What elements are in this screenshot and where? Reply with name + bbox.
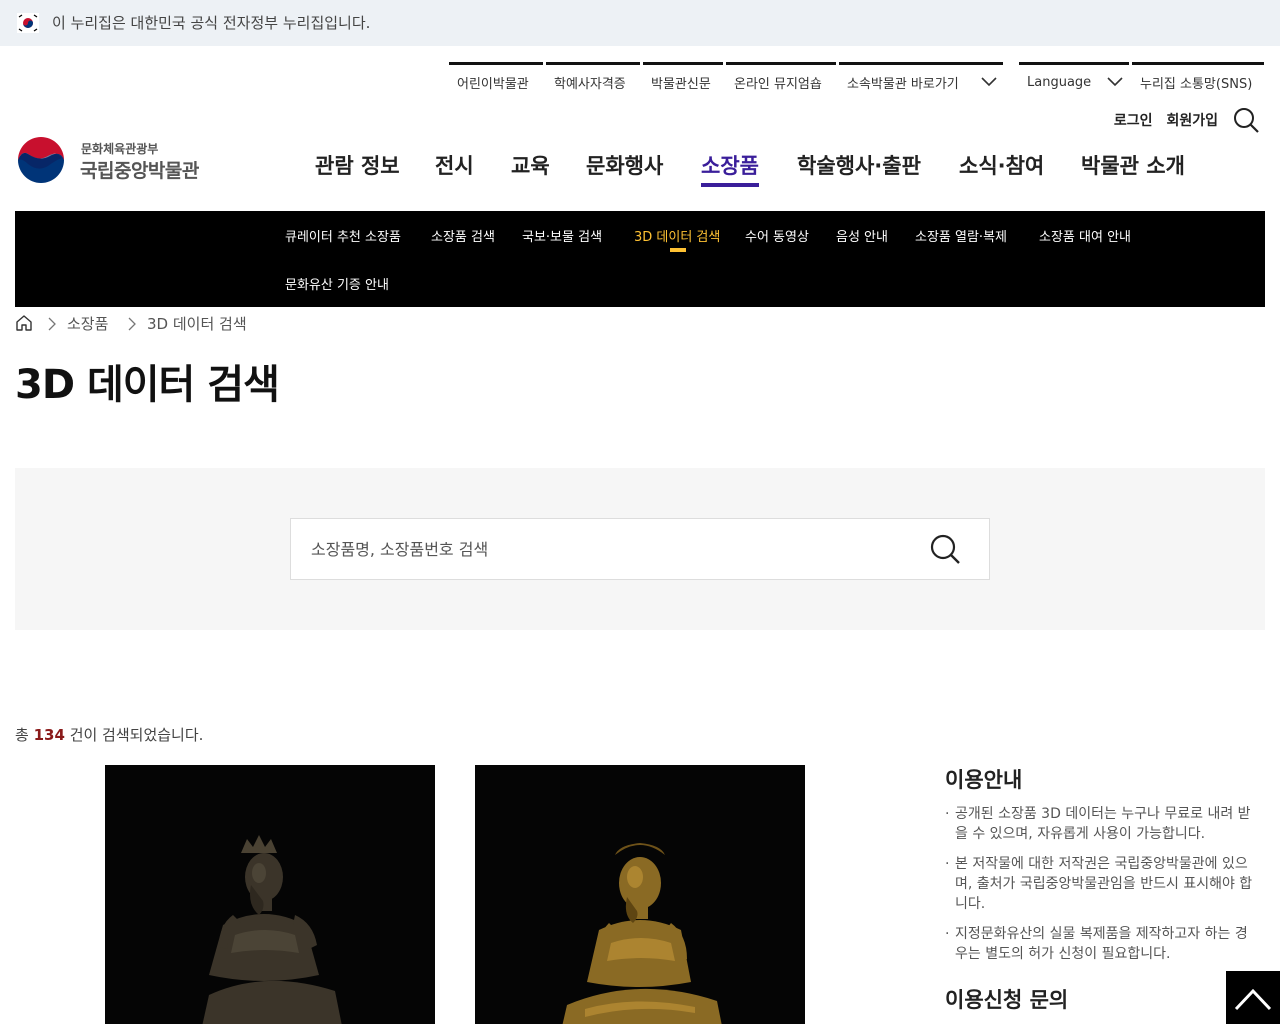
- result-card[interactable]: [475, 765, 805, 1024]
- chevron-down-icon: [981, 77, 997, 87]
- breadcrumb-item[interactable]: 소장품: [67, 313, 108, 334]
- gnb-item-about[interactable]: 박물관 소개: [1081, 150, 1185, 180]
- usage-guide-item: 공개된 소장품 3D 데이터는 누구나 무료로 내려 받을 수 있으며, 자유롭…: [945, 804, 1260, 844]
- gnb-item-events[interactable]: 문화행사: [586, 150, 663, 180]
- search-input[interactable]: [311, 537, 891, 561]
- util-link-museum-shop[interactable]: 온라인 뮤지엄숍: [726, 62, 836, 100]
- search-icon[interactable]: [929, 533, 961, 565]
- usage-guide-title: 이용안내: [945, 768, 1023, 792]
- util-link-language[interactable]: Language: [1019, 62, 1129, 100]
- search-icon[interactable]: [1232, 106, 1260, 134]
- breadcrumb-item[interactable]: 3D 데이터 검색: [147, 313, 247, 334]
- gnb-item-visitor-info[interactable]: 관람 정보: [315, 150, 400, 180]
- subnav-curator-picks[interactable]: 큐레이터 추천 소장품: [285, 226, 401, 245]
- login-link[interactable]: 로그인: [1114, 110, 1153, 130]
- usage-guide-item: 본 저작물에 대한 저작권은 국립중앙박물관에 있으며, 출처가 국립중앙박물관…: [945, 854, 1260, 914]
- user-links: 로그인 회원가입: [1114, 106, 1260, 134]
- chevron-right-icon: [48, 317, 56, 331]
- gov-banner: 이 누리집은 대한민국 공식 전자정부 누리집입니다.: [0, 0, 1280, 46]
- bronze-pensive-bodhisattva-image: [105, 765, 435, 1024]
- usage-guide: 이용안내 공개된 소장품 3D 데이터는 누구나 무료로 내려 받을 수 있으며…: [945, 764, 1260, 1014]
- chevron-right-icon: [128, 317, 136, 331]
- result-card[interactable]: [105, 765, 435, 1024]
- util-link-newsletter[interactable]: 박물관신문: [643, 62, 723, 100]
- gnb-item-news[interactable]: 소식·참여: [959, 150, 1044, 180]
- gnb-item-education[interactable]: 교육: [511, 150, 550, 180]
- chevron-up-icon: [1234, 988, 1272, 1011]
- util-link-label: 박물관신문: [651, 77, 711, 92]
- gilt-bronze-pensive-bodhisattva-image: [475, 765, 805, 1024]
- result-count-suffix: 건이 검색되었습니다.: [69, 726, 204, 744]
- util-link-label: 어린이박물관: [457, 77, 529, 92]
- util-link-children-museum[interactable]: 어린이박물관: [449, 62, 543, 100]
- search-box: [290, 518, 990, 580]
- util-link-label: 학예사자격증: [554, 77, 626, 92]
- chevron-down-icon: [1107, 77, 1123, 87]
- util-link-label: 온라인 뮤지엄숍: [734, 77, 822, 92]
- gnb-item-exhibitions[interactable]: 전시: [435, 150, 474, 180]
- subnav-donation-info[interactable]: 문화유산 기증 안내: [285, 274, 389, 293]
- gnb-item-collections[interactable]: 소장품: [701, 150, 759, 187]
- subnav-national-treasure-search[interactable]: 국보·보물 검색: [522, 226, 602, 245]
- gnb-item-academic[interactable]: 학술행사·출판: [797, 150, 921, 180]
- subnav-collection-search[interactable]: 소장품 검색: [431, 226, 495, 245]
- result-count: 총 134 건이 검색되었습니다.: [15, 724, 203, 745]
- subnav-sign-language-video[interactable]: 수어 동영상: [745, 226, 809, 245]
- subnav-loan-info[interactable]: 소장품 대여 안내: [1039, 226, 1131, 245]
- home-icon[interactable]: [15, 314, 33, 332]
- subnav-viewing-reproduction[interactable]: 소장품 열람·복제: [915, 226, 1007, 245]
- util-link-affiliated-museums[interactable]: 소속박물관 바로가기: [839, 62, 1003, 100]
- page-title: 3D 데이터 검색: [15, 362, 280, 408]
- signup-link[interactable]: 회원가입: [1166, 110, 1218, 130]
- util-link-label: 누리집 소통망(SNS): [1140, 77, 1253, 92]
- scroll-top-button[interactable]: [1226, 971, 1280, 1024]
- sub-nav: 큐레이터 추천 소장품 소장품 검색 국보·보물 검색 3D 데이터 검색 수어…: [15, 211, 1265, 307]
- gov-banner-text: 이 누리집은 대한민국 공식 전자정부 누리집입니다.: [52, 14, 371, 32]
- result-count-prefix: 총: [15, 726, 29, 744]
- util-link-label: 소속박물관 바로가기: [847, 77, 959, 92]
- util-link-sns[interactable]: 누리집 소통망(SNS): [1132, 62, 1264, 100]
- util-link-label: Language: [1027, 75, 1092, 90]
- subnav-3d-data-search[interactable]: 3D 데이터 검색: [634, 226, 720, 252]
- util-link-curator-license[interactable]: 학예사자격증: [546, 62, 640, 100]
- usage-guide-item: 지정문화유산의 실물 복제품을 제작하고자 하는 경우는 별도의 허가 신청이 …: [945, 924, 1260, 964]
- result-count-number: 134: [33, 726, 65, 744]
- usage-inquiry-title: 이용신청 문의: [945, 988, 1069, 1012]
- subnav-audio-guide[interactable]: 음성 안내: [836, 226, 888, 245]
- main-nav: 관람 정보 전시 교육 문화행사 소장품 학술행사·출판 소식·참여 박물관 소…: [0, 150, 1280, 190]
- search-area: [15, 468, 1265, 630]
- korea-flag-icon: [17, 13, 39, 33]
